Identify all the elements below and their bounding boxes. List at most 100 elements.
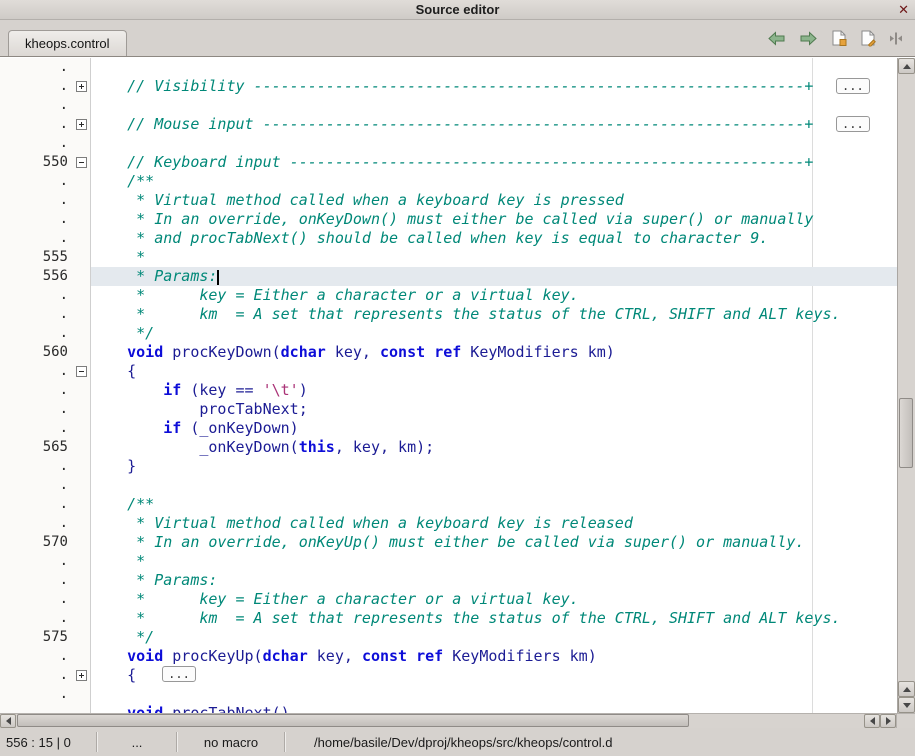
code-line[interactable]: . if (key == '\t') — [0, 381, 897, 400]
code-area[interactable]: .. // Visibility -----------------------… — [0, 58, 897, 713]
code-line[interactable]: . * Virtual method called when a keyboar… — [0, 191, 897, 210]
fold-column — [74, 457, 91, 476]
vertical-scrollbar[interactable] — [897, 58, 915, 713]
code-editor[interactable]: .. // Visibility -----------------------… — [0, 56, 915, 713]
code-line[interactable]: 575 */ — [0, 628, 897, 647]
fold-column — [74, 381, 91, 400]
horizontal-scrollbar[interactable] — [0, 713, 915, 728]
line-number: . — [0, 286, 74, 305]
forward-arrow-icon[interactable] — [799, 30, 818, 46]
code-line[interactable]: . * km = A set that represents the statu… — [0, 609, 897, 628]
scroll-left-icon[interactable] — [864, 714, 880, 728]
code-line[interactable]: . — [0, 476, 897, 495]
line-number: . — [0, 58, 74, 77]
code-line[interactable]: 556 * Params: — [0, 267, 897, 286]
code-line[interactable]: . * key = Either a character or a virtua… — [0, 590, 897, 609]
code-line[interactable]: 550 // Keyboard input ------------------… — [0, 153, 897, 172]
window-title: Source editor — [416, 2, 500, 17]
line-number: . — [0, 514, 74, 533]
code-line[interactable]: . void procTabNext() — [0, 704, 897, 713]
fold-column — [74, 96, 91, 115]
close-icon[interactable]: ✕ — [898, 0, 909, 19]
fold-toggle-icon[interactable] — [76, 81, 87, 92]
tab-kheops-control[interactable]: kheops.control — [8, 30, 127, 56]
scroll-up-icon[interactable] — [898, 58, 915, 74]
code-line[interactable]: . // Mouse input -----------------------… — [0, 115, 897, 134]
code-line[interactable]: . * key = Either a character or a virtua… — [0, 286, 897, 305]
code-text: * km = A set that represents the status … — [91, 609, 897, 628]
horizontal-scrollbar-track[interactable] — [16, 714, 864, 728]
fold-column — [74, 571, 91, 590]
code-line[interactable]: . procTabNext; — [0, 400, 897, 419]
code-text — [91, 96, 897, 115]
fold-toggle-icon[interactable] — [76, 670, 87, 681]
code-line[interactable]: . — [0, 134, 897, 153]
macro-status: no macro — [178, 728, 284, 756]
code-line[interactable]: . /** — [0, 172, 897, 191]
line-number: . — [0, 96, 74, 115]
code-text: * key = Either a character or a virtual … — [91, 590, 897, 609]
fold-column — [74, 134, 91, 153]
line-number: . — [0, 457, 74, 476]
code-line[interactable]: . /** — [0, 495, 897, 514]
fold-toggle-icon[interactable] — [76, 119, 87, 130]
code-line[interactable]: . if (_onKeyDown) — [0, 419, 897, 438]
code-text: void procTabNext() — [91, 704, 897, 713]
code-text — [91, 134, 897, 153]
scrollbar-corner — [896, 714, 915, 728]
code-line[interactable]: . { — [0, 362, 897, 381]
code-text: * In an override, onKeyUp() must either … — [91, 533, 897, 552]
code-text: procTabNext; — [91, 400, 897, 419]
collapsed-fold-badge[interactable]: ... — [836, 116, 870, 132]
code-line[interactable]: . * and procTabNext() should be called w… — [0, 229, 897, 248]
code-text: * Virtual method called when a keyboard … — [91, 514, 897, 533]
document-edit-icon[interactable] — [860, 30, 876, 47]
code-line[interactable]: 555 * — [0, 248, 897, 267]
code-line[interactable]: . — [0, 685, 897, 704]
code-line[interactable]: . * — [0, 552, 897, 571]
horizontal-scrollbar-thumb[interactable] — [17, 714, 689, 727]
code-line[interactable]: 565 _onKeyDown(this, key, km); — [0, 438, 897, 457]
code-line[interactable]: 570 * In an override, onKeyUp() must eit… — [0, 533, 897, 552]
fold-toggle-icon[interactable] — [76, 366, 87, 377]
status-bar: 556 : 15 | 0 ... no macro /home/basile/D… — [0, 728, 915, 756]
scroll-down-icon[interactable] — [898, 697, 915, 713]
code-line[interactable]: . * Virtual method called when a keyboar… — [0, 514, 897, 533]
code-line[interactable]: . * km = A set that represents the statu… — [0, 305, 897, 324]
document-modified-icon[interactable] — [831, 30, 847, 47]
collapsed-fold-badge[interactable]: ... — [836, 78, 870, 94]
back-arrow-icon[interactable] — [767, 30, 786, 46]
split-view-icon[interactable] — [889, 31, 903, 45]
scroll-left-icon[interactable] — [0, 714, 16, 728]
line-number: . — [0, 229, 74, 248]
fold-toggle-icon[interactable] — [76, 157, 87, 168]
code-line[interactable]: . — [0, 58, 897, 77]
code-line[interactable]: . {... — [0, 666, 897, 685]
code-text: * and procTabNext() should be called whe… — [91, 229, 897, 248]
code-text: void procKeyDown(dchar key, const ref Ke… — [91, 343, 897, 362]
vertical-scrollbar-thumb[interactable] — [899, 398, 913, 468]
code-line[interactable]: 560 void procKeyDown(dchar key, const re… — [0, 343, 897, 362]
fold-column — [74, 647, 91, 666]
code-line[interactable]: . void procKeyUp(dchar key, const ref Ke… — [0, 647, 897, 666]
code-line[interactable]: . — [0, 96, 897, 115]
statusbar-ellipsis: ... — [98, 728, 176, 756]
code-line[interactable]: . // Visibility ------------------------… — [0, 77, 897, 96]
line-number: . — [0, 704, 74, 713]
collapsed-fold-badge[interactable]: ... — [162, 666, 196, 682]
line-number: . — [0, 134, 74, 153]
code-line[interactable]: . } — [0, 457, 897, 476]
code-line[interactable]: . */ — [0, 324, 897, 343]
line-number: . — [0, 191, 74, 210]
fold-column — [74, 248, 91, 267]
code-text — [91, 685, 897, 704]
line-number: . — [0, 305, 74, 324]
line-number: . — [0, 400, 74, 419]
fold-column — [74, 685, 91, 704]
scroll-up-icon[interactable] — [898, 681, 915, 697]
code-line[interactable]: . * Params: — [0, 571, 897, 590]
fold-column — [74, 438, 91, 457]
scroll-right-icon[interactable] — [880, 714, 896, 728]
code-line[interactable]: . * In an override, onKeyDown() must eit… — [0, 210, 897, 229]
line-number: . — [0, 476, 74, 495]
